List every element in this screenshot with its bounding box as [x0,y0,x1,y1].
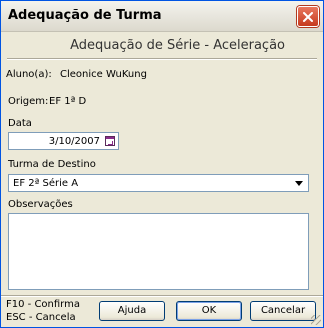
window-title: Adequação de Turma [8,8,162,23]
destination-label: Turma de Destino [8,159,96,170]
footer-divider [1,295,323,297]
chevron-down-icon[interactable] [295,181,303,186]
calendar-icon[interactable] [105,136,115,146]
origin-value: EF 1ª D [49,96,87,107]
student-label: Aluno(a): [6,69,52,80]
title-bar[interactable]: Adequação de Turma [1,1,323,32]
hint-cancel: ESC - Cancela [6,312,76,323]
destination-selected: EF 2ª Série A [13,178,79,189]
notes-textarea[interactable] [8,213,309,290]
origin-label: Origem: [8,96,49,107]
dialog-body: Adequação de Série - Aceleração Aluno(a)… [1,32,323,327]
date-field[interactable]: 3/10/2007 [8,132,119,150]
date-value: 3/10/2007 [48,136,100,147]
close-icon [303,11,313,22]
cancel-button[interactable]: Cancelar [250,301,316,321]
close-button[interactable] [297,6,319,27]
resize-grip[interactable] [311,315,321,325]
notes-label: Observações [8,199,73,210]
dialog-window: Adequação de Turma Adequação de Série - … [0,0,324,328]
student-name: Cleonice WuKung [60,69,147,80]
date-label: Data [8,118,32,129]
help-button[interactable]: Ajuda [99,301,165,321]
hint-confirm: F10 - Confirma [6,299,80,310]
header-divider [7,58,317,60]
ok-button[interactable]: OK [176,301,242,321]
destination-select[interactable]: EF 2ª Série A [8,174,309,192]
keyboard-hints: F10 - Confirma ESC - Cancela [6,298,80,324]
page-title: Adequação de Série - Aceleração [70,38,285,53]
